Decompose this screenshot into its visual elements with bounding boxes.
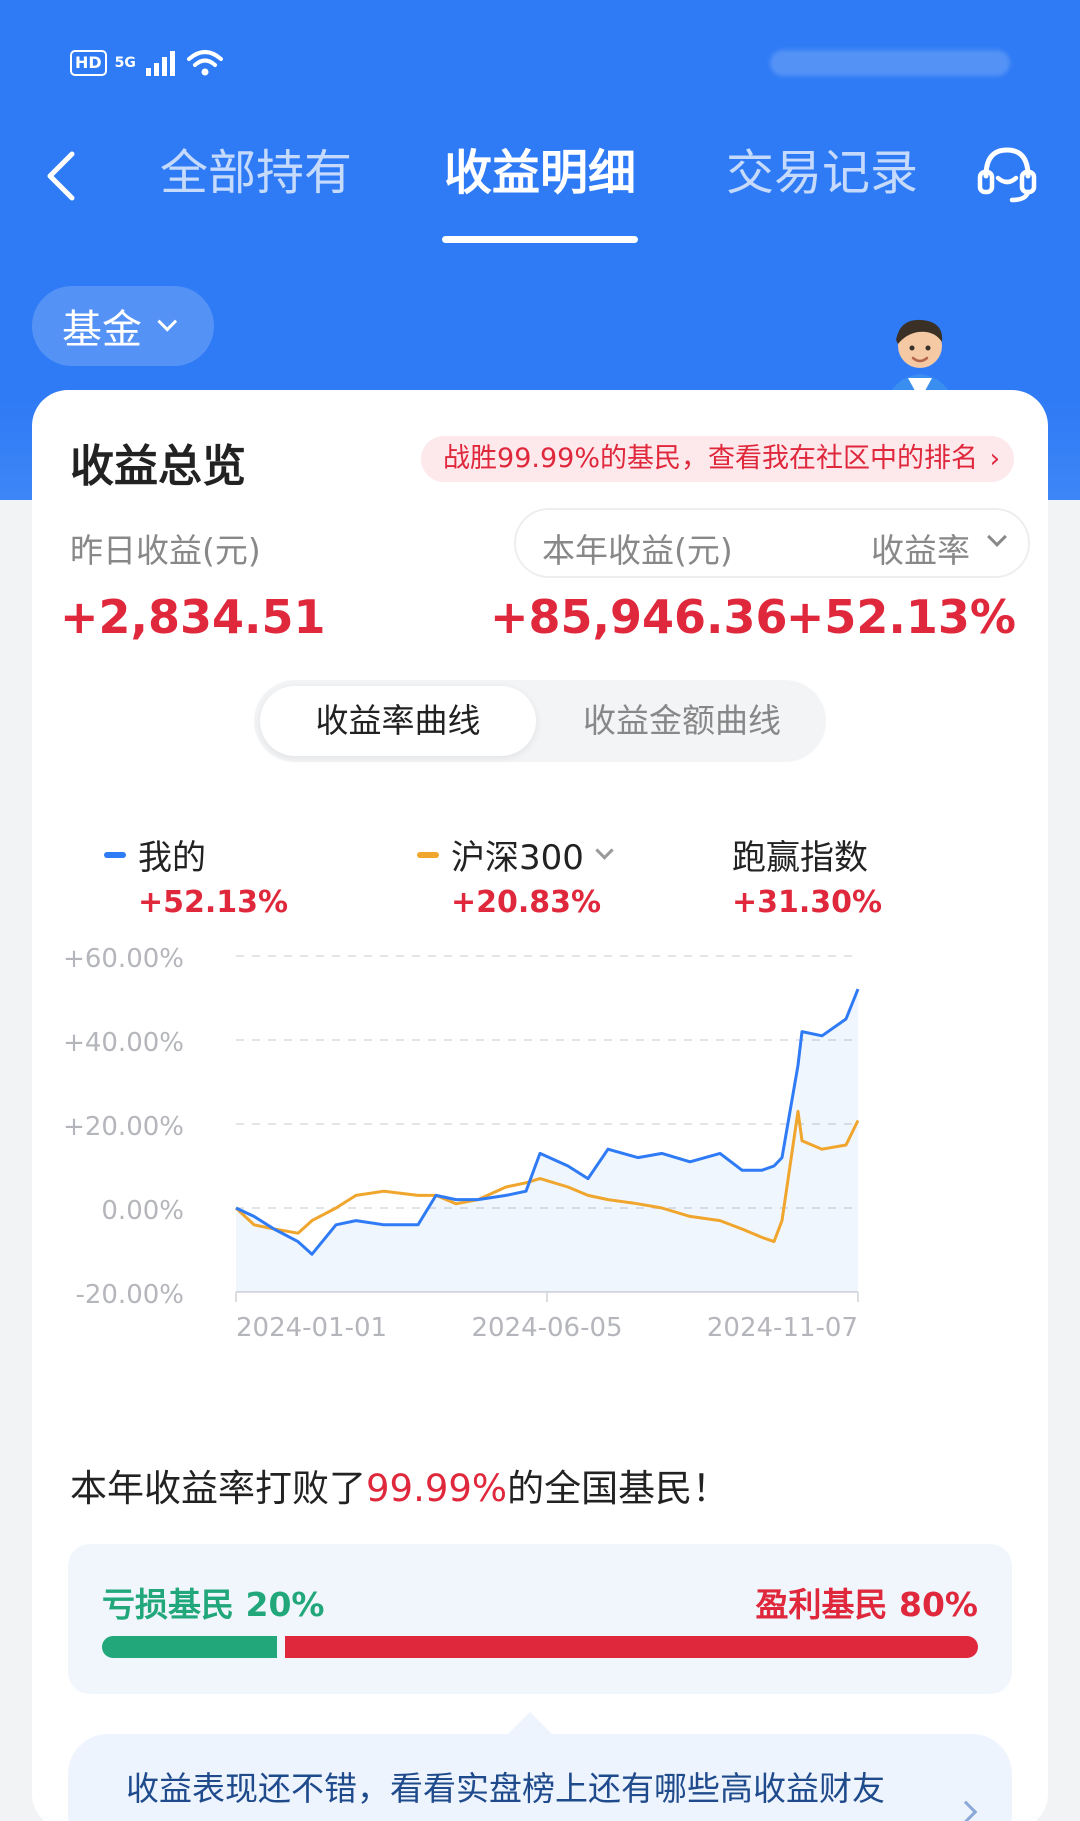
year-earnings-value: +85,946.36 <box>490 590 788 644</box>
beat-suffix: 的全国基民！ <box>507 1467 730 1510</box>
customer-service-icon[interactable] <box>972 138 1042 208</box>
x-tick-label: 2024-11-07 <box>707 1313 858 1343</box>
legend-swatch-index <box>417 851 439 858</box>
y-tick-label: 0.00% <box>101 1196 184 1226</box>
rank-banner[interactable]: 战胜99.99%的基民，查看我在社区中的排名 › <box>421 436 1014 482</box>
leaderboard-tip[interactable]: 收益表现还不错，看看实盘榜上还有哪些高收益财友 <box>68 1712 1012 1821</box>
active-tab-indicator <box>442 236 638 243</box>
beat-percent: 99.99% <box>366 1467 508 1510</box>
chevron-down-icon <box>987 527 1007 547</box>
tab-earnings-detail[interactable]: 收益明细 <box>444 140 636 206</box>
year-metric-box: 本年收益(元) 收益率 <box>514 508 1030 578</box>
return-chart: +60.00% +40.00% +20.00% 0.00% -20.00% 2024-01… <box>63 944 860 1343</box>
legend-index-value: +20.83% <box>451 885 602 920</box>
investor-distribution: 亏损基民 20% 盈利基民 80% <box>68 1544 1012 1694</box>
earnings-card: 收益总览 战胜99.99%的基民，查看我在社区中的排名 › 昨日收益(元) 本年… <box>32 390 1048 1821</box>
hd-badge: HD <box>70 50 107 76</box>
gain-bar-segment <box>285 1636 978 1658</box>
curve-type-toggle: 收益率曲线 收益金额曲线 <box>254 680 826 762</box>
beat-prefix: 本年收益率打败了 <box>70 1467 366 1510</box>
legend-excess: 跑赢指数 +31.30% <box>732 830 882 920</box>
back-icon[interactable] <box>38 140 88 210</box>
tab-all-holdings[interactable]: 全部持有 <box>160 140 352 206</box>
rank-banner-text: 战胜99.99%的基民，查看我在社区中的排名 <box>443 443 978 474</box>
x-tick-label: 2024-06-05 <box>471 1313 622 1343</box>
legend-index[interactable]: 沪深300 +20.83% <box>417 830 614 920</box>
status-right-blurred <box>770 50 1010 76</box>
x-tick-label: 2024-01-01 <box>236 1313 387 1343</box>
loss-bar-segment <box>102 1636 277 1658</box>
chevron-down-icon <box>595 841 614 860</box>
tip-text: 收益表现还不错，看看实盘榜上还有哪些高收益财友 <box>126 1769 885 1808</box>
legend-mine-label: 我的 <box>138 838 206 878</box>
tab-transactions[interactable]: 交易记录 <box>726 140 918 206</box>
legend-mine-value: +52.13% <box>138 885 289 920</box>
amount-curve-tab[interactable]: 收益金额曲线 <box>544 686 820 756</box>
overview-title: 收益总览 <box>70 441 246 492</box>
yesterday-earnings-value: +2,834.51 <box>60 590 326 644</box>
rate-dropdown[interactable]: 收益率 <box>871 524 970 572</box>
signal-icon <box>145 51 175 76</box>
fund-filter-dropdown[interactable]: 基金 <box>32 286 214 366</box>
y-tick-label: +60.00% <box>63 944 184 974</box>
chevron-right-icon: › <box>989 444 1000 474</box>
beat-statement: 本年收益率打败了99.99%的全国基民！ <box>70 1458 729 1512</box>
distribution-bar <box>102 1636 978 1658</box>
status-bar: HD 5G <box>0 40 1080 90</box>
wifi-icon <box>186 50 223 76</box>
legend-index-label: 沪深300 <box>451 838 584 878</box>
series-area-mine <box>236 989 858 1292</box>
yesterday-earnings-label: 昨日收益(元) <box>70 531 261 570</box>
status-left: HD 5G <box>70 48 224 78</box>
gain-investors-label: 盈利基民 80% <box>755 1585 978 1624</box>
return-rate-value: +52.13% <box>785 590 1016 644</box>
fund-filter-label: 基金 <box>62 307 142 353</box>
y-tick-label: -20.00% <box>75 1280 184 1310</box>
legend-excess-value: +31.30% <box>732 885 883 920</box>
loss-investors-label: 亏损基民 20% <box>102 1585 325 1624</box>
y-tick-label: +20.00% <box>63 1112 184 1142</box>
legend-mine: 我的 +52.13% <box>104 830 288 920</box>
chevron-right-icon <box>954 1800 978 1821</box>
year-earnings-label: 本年收益(元) <box>542 531 733 570</box>
network-type: 5G <box>114 55 136 71</box>
top-nav: 全部持有 收益明细 交易记录 <box>0 130 1080 243</box>
legend-swatch-mine <box>104 851 126 858</box>
rate-curve-tab[interactable]: 收益率曲线 <box>260 686 536 756</box>
y-tick-label: +40.00% <box>63 1028 184 1058</box>
chevron-down-icon <box>157 311 178 332</box>
legend-excess-label: 跑赢指数 <box>732 838 868 878</box>
